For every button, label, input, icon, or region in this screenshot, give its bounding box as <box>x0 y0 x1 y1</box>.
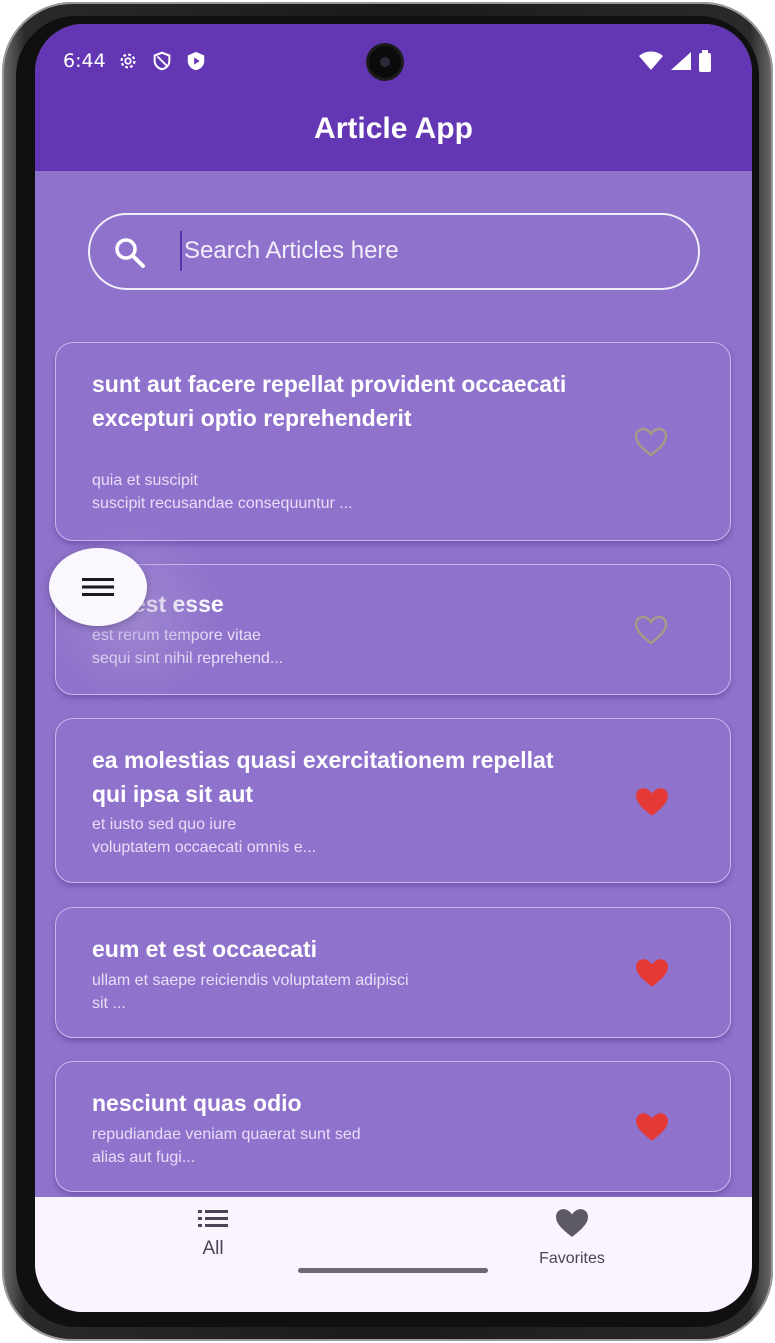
app-screen: 6:44 Article App Search Articles here su… <box>35 24 752 1312</box>
search-bar[interactable] <box>88 213 700 290</box>
battery-icon <box>698 50 712 77</box>
article-title: ea molestias quasi exercitationem repell… <box>92 747 554 807</box>
search-icon <box>112 235 148 276</box>
nav-item-favorites[interactable]: Favorites <box>512 1207 632 1268</box>
article-body-line: quia et suscipit <box>92 472 198 489</box>
shield-outline-icon <box>151 50 173 77</box>
hamburger-menu-icon <box>82 578 114 596</box>
article-body-line: et iusto sed quo iure <box>92 816 237 833</box>
status-icons-right <box>638 50 712 77</box>
article-card[interactable]: nesciunt quas odio repudiandae veniam qu… <box>55 1061 731 1192</box>
list-icon <box>198 1210 228 1227</box>
nav-label-all: All <box>202 1238 224 1259</box>
front-camera <box>369 46 401 78</box>
shield-play-icon <box>185 50 207 77</box>
article-body-line: ullam et saepe reiciendis voluptatem adi… <box>92 972 409 989</box>
search-input[interactable] <box>180 231 660 271</box>
heart-icon <box>556 1209 588 1237</box>
article-body-line: voluptatem occaecati omnis e... <box>92 839 317 856</box>
bottom-navigation: All Favorites <box>35 1197 752 1312</box>
gear-icon <box>117 50 139 77</box>
home-indicator[interactable] <box>298 1268 488 1273</box>
article-title: eum et est occaecati <box>92 936 318 962</box>
article-card[interactable]: sunt aut facere repellat provident occae… <box>55 342 731 541</box>
wifi-icon <box>638 51 664 76</box>
article-body-line: alias aut fugi... <box>92 1149 196 1166</box>
app-bar: 6:44 Article App <box>35 24 752 171</box>
status-time: 6:44 <box>63 50 106 72</box>
heart-filled-icon[interactable] <box>634 786 670 823</box>
article-title: nesciunt quas odio <box>92 1090 302 1116</box>
heart-outline-icon[interactable] <box>634 427 668 462</box>
status-icons-left <box>117 50 207 77</box>
signal-icon <box>670 51 692 76</box>
article-body-line: suscipit recusandae consequuntur ... <box>92 495 353 512</box>
heart-filled-icon[interactable] <box>634 1111 670 1148</box>
article-title: sunt aut facere repellat provident occae… <box>92 371 567 431</box>
page-title: Article App <box>314 112 473 145</box>
heart-outline-icon[interactable] <box>634 615 668 650</box>
article-card[interactable]: ea molestias quasi exercitationem repell… <box>55 718 731 883</box>
nav-label-favorites: Favorites <box>539 1250 605 1267</box>
heart-filled-icon[interactable] <box>634 957 670 994</box>
menu-button[interactable] <box>49 548 147 626</box>
article-body-line: sit ... <box>92 995 126 1012</box>
nav-item-all[interactable]: All <box>153 1207 273 1260</box>
article-body-line: repudiandae veniam quaerat sunt sed <box>92 1126 361 1143</box>
article-card[interactable]: eum et est occaecati ullam et saepe reic… <box>55 907 731 1038</box>
